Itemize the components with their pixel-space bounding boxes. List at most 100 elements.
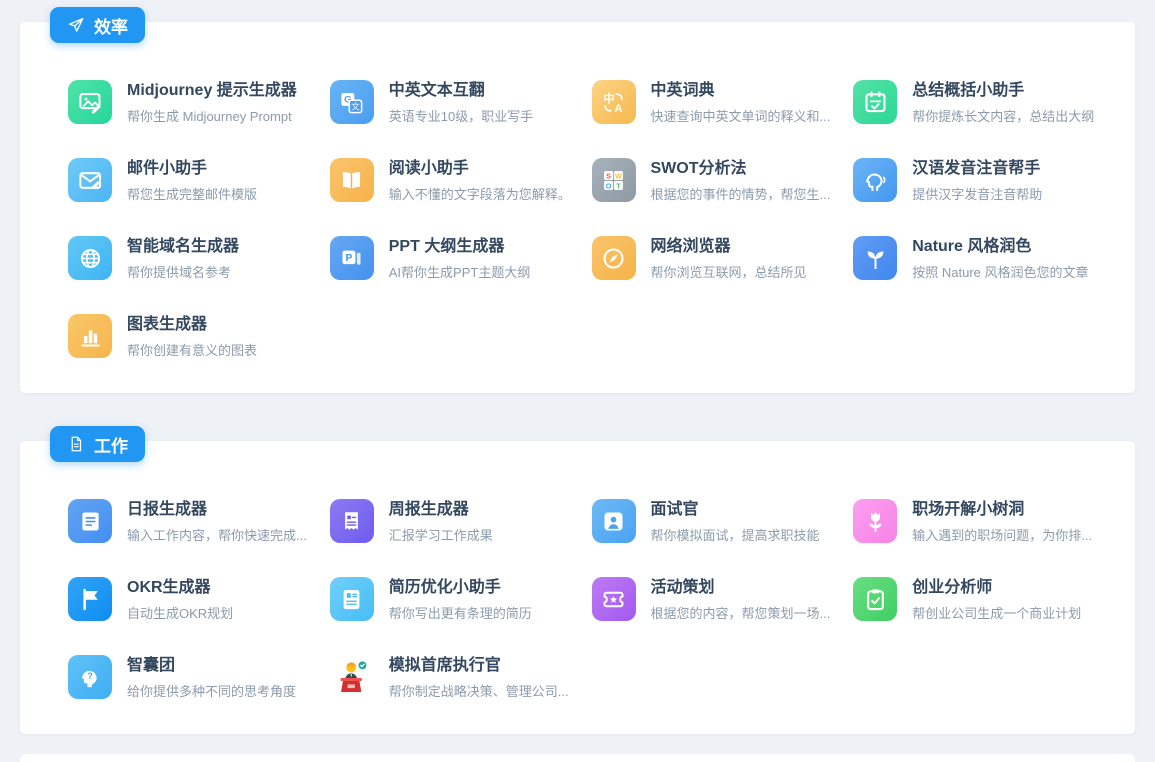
app-card[interactable]: 邮件小助手 帮您生成完整邮件模版 [68,158,310,203]
pronunciation-head-icon [853,158,897,202]
tulip-icon [853,499,897,543]
app-card-desc: 帮你提炼长文内容，总结出大纲 [912,106,1094,125]
app-card[interactable]: 面试官 帮你模拟面试，提高求职技能 [592,499,834,544]
svg-text:W: W [615,171,622,180]
document-icon [67,435,85,453]
svg-text:文: 文 [351,101,360,111]
app-card[interactable]: ? 智囊团 给你提供多种不同的思考角度 [68,655,310,700]
app-card-title: 简历优化小助手 [389,578,532,598]
app-card-title: 模拟首席执行官 [389,656,569,676]
app-card[interactable]: SWOT SWOT分析法 根据您的事件的情势，帮您生... [592,158,834,203]
app-card-desc: 帮你生成 Midjourney Prompt [127,106,297,125]
event-ticket-icon [592,577,636,621]
okr-flag-icon [68,577,112,621]
bar-chart-icon [68,314,112,358]
app-card-desc: 帮你制定战略决策、管理公司... [389,681,569,700]
app-card-title: OKR生成器 [127,578,233,598]
app-card-title: 智囊团 [127,656,296,676]
app-card-title: 面试官 [651,500,820,520]
resume-doc-icon [330,577,374,621]
interviewer-badge-icon [592,499,636,543]
app-card[interactable]: 日报生成器 输入工作内容，帮你快速完成... [68,499,310,544]
startup-clipboard-icon [853,577,897,621]
app-card-title: 日报生成器 [127,500,307,520]
app-card-desc: 帮您生成完整邮件模版 [127,184,257,203]
efficiency-card-grid: Midjourney 提示生成器 帮你生成 Midjourney Prompt … [68,80,1095,359]
app-card-title: 中英词典 [651,81,831,101]
app-card-title: 汉语发音注音帮手 [912,159,1042,179]
app-card-title: 总结概括小助手 [912,81,1094,101]
app-card[interactable]: 中A 中英词典 快速查询中英文单词的释义和... [592,80,834,125]
app-card-title: Nature 风格润色 [912,237,1088,257]
app-card[interactable]: 简历优化小助手 帮你写出更有条理的简历 [330,577,572,622]
app-card[interactable]: 创业分析师 帮创业公司生成一个商业计划 [853,577,1095,622]
app-card-desc: 输入不懂的文字段落为您解释。 [389,184,571,203]
app-card[interactable]: P PPT 大纲生成器 AI帮你生成PPT主题大纲 [330,236,572,281]
mail-edit-icon [68,158,112,202]
app-card[interactable]: G文 中英文本互翻 英语专业10级，职业写手 [330,80,572,125]
app-card-desc: 帮你创建有意义的图表 [127,340,257,359]
next-section-partial [20,754,1135,762]
app-card-title: 周报生成器 [389,500,493,520]
app-card-desc: 按照 Nature 风格润色您的文章 [912,262,1088,281]
app-card[interactable]: 总结概括小助手 帮你提炼长文内容，总结出大纲 [853,80,1095,125]
svg-text:O: O [606,181,612,190]
app-card-desc: 自动生成OKR规划 [127,603,233,622]
app-card[interactable]: Nature 风格润色 按照 Nature 风格润色您的文章 [853,236,1095,281]
app-card-desc: 快速查询中英文单词的释义和... [651,106,831,125]
app-card[interactable]: Midjourney 提示生成器 帮你生成 Midjourney Prompt [68,80,310,125]
app-card[interactable]: OKR生成器 自动生成OKR规划 [68,577,310,622]
app-card[interactable]: 网络浏览器 帮你浏览互联网，总结所见 [592,236,834,281]
app-card-desc: 英语专业10级，职业写手 [389,106,533,125]
svg-text:S: S [606,171,611,180]
weekly-report-receipt-icon [330,499,374,543]
app-card-desc: 帮你浏览互联网，总结所见 [651,262,807,281]
app-card-desc: 根据您的事件的情势，帮您生... [651,184,831,203]
app-card-title: 中英文本互翻 [389,81,533,101]
app-card-title: 图表生成器 [127,315,257,335]
app-card-title: SWOT分析法 [651,159,831,179]
daily-report-doc-icon [68,499,112,543]
app-card-title: 网络浏览器 [651,237,807,257]
globe-icon [68,236,112,280]
app-card[interactable]: 阅读小助手 输入不懂的文字段落为您解释。 [330,158,572,203]
section-badge-efficiency: 效率 [50,7,145,43]
svg-text:?: ? [87,671,93,681]
section-badge-label: 工作 [94,432,128,457]
app-card-desc: 帮你写出更有条理的简历 [389,603,532,622]
app-card-desc: 输入工作内容，帮你快速完成... [127,525,307,544]
app-card-desc: 根据您的内容，帮您策划一场... [651,603,831,622]
ceo-podium-icon: CEO [330,655,374,699]
section-badge-label: 效率 [94,13,128,38]
svg-text:CEO: CEO [348,684,355,688]
swot-grid-icon: SWOT [592,158,636,202]
app-card[interactable]: 图表生成器 帮你创建有意义的图表 [68,314,310,359]
translate-text-icon: G文 [330,80,374,124]
app-card[interactable]: 活动策划 根据您的内容，帮您策划一场... [592,577,834,622]
app-card-title: Midjourney 提示生成器 [127,81,297,101]
app-card-desc: 输入遇到的职场问题，为你排... [912,525,1092,544]
app-card-title: 智能域名生成器 [127,237,239,257]
app-card-desc: 汇报学习工作成果 [389,525,493,544]
ppt-board-icon: P [330,236,374,280]
app-card[interactable]: 职场开解小树洞 输入遇到的职场问题，为你排... [853,499,1095,544]
sprout-icon [853,236,897,280]
app-card-title: 创业分析师 [912,578,1081,598]
section-work: 工作 日报生成器 输入工作内容，帮你快速完成... 周报生成器 汇报学习工作成果… [20,441,1135,734]
app-card[interactable]: CEO 模拟首席执行官 帮你制定战略决策、管理公司... [330,655,572,700]
app-card-desc: 帮你提供域名参考 [127,262,239,281]
app-card[interactable]: 智能域名生成器 帮你提供域名参考 [68,236,310,281]
section-badge-work: 工作 [50,426,145,462]
app-card-desc: AI帮你生成PPT主题大纲 [389,262,531,281]
open-book-icon [330,158,374,202]
svg-text:A: A [614,103,622,115]
app-card[interactable]: 周报生成器 汇报学习工作成果 [330,499,572,544]
svg-text:P: P [346,253,353,264]
app-card-title: 阅读小助手 [389,159,571,179]
app-card-desc: 提供汉字发音注音帮助 [912,184,1042,203]
app-card[interactable]: 汉语发音注音帮手 提供汉字发音注音帮助 [853,158,1095,203]
zh-en-dictionary-icon: 中A [592,80,636,124]
app-card-desc: 帮创业公司生成一个商业计划 [912,603,1081,622]
app-card-title: 邮件小助手 [127,159,257,179]
app-directory-page: 效率 Midjourney 提示生成器 帮你生成 Midjourney Prom… [0,22,1155,762]
